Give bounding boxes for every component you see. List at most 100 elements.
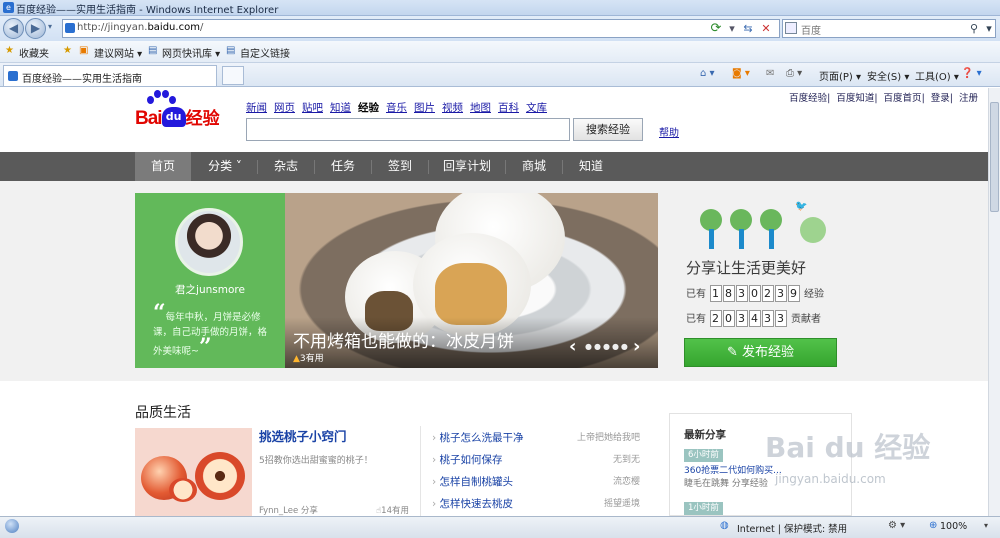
slide-dots[interactable]: ●●●●●: [585, 342, 630, 351]
compat-view-icon[interactable]: ⟳: [709, 22, 723, 36]
product-link-jingyan[interactable]: 经验: [358, 102, 379, 114]
contributor-counter: 已有 203433 贡献者: [686, 310, 821, 327]
new-tab-button[interactable]: [222, 66, 244, 85]
product-link-news[interactable]: 新闻: [246, 102, 267, 114]
favorites-link-webslice[interactable]: 网页快讯库 ▾: [162, 45, 220, 60]
stop-icon[interactable]: ✕: [759, 22, 773, 36]
tree-icon: [700, 209, 722, 231]
history-dropdown-icon[interactable]: ▾: [48, 22, 52, 31]
featured-article-meta: Fynn_Lee 分享 ☝14有用: [259, 506, 409, 516]
help-menu[interactable]: ❓ ▾: [961, 68, 982, 79]
browser-tab-active[interactable]: 百度经验——实用生活指南: [3, 65, 217, 86]
counter-digit: 2: [709, 310, 722, 327]
open-quote-icon: “: [153, 300, 166, 326]
small-tree-icon: [800, 217, 826, 243]
product-link-wenku[interactable]: 文库: [526, 102, 547, 114]
product-link-images[interactable]: 图片: [414, 102, 435, 114]
main-nav-tasks[interactable]: 任务: [315, 152, 371, 181]
featured-author[interactable]: Fynn_Lee: [259, 506, 298, 516]
tree-icon: [760, 209, 782, 231]
product-link-map[interactable]: 地图: [470, 102, 491, 114]
toplink-baidu-jingyan[interactable]: 百度经验: [789, 93, 827, 104]
home-icon[interactable]: ⌂ ▾: [700, 68, 715, 79]
tools-menu[interactable]: 工具(O) ▾: [915, 68, 959, 83]
protected-mode-icon[interactable]: ⚙ ▾: [888, 520, 905, 531]
zoom-dropdown-icon[interactable]: ▾: [984, 521, 988, 530]
refresh-icon[interactable]: ⇆: [741, 22, 755, 36]
favorites-button[interactable]: 收藏夹: [19, 45, 49, 60]
main-nav-reward-plan[interactable]: 回享计划: [429, 152, 505, 181]
list-item[interactable]: › 怎样快速去桃皮 摇望遥境: [432, 496, 640, 516]
feature-banner: 君之junsmore “每年中秋，月饼是必修课，自己动手做的月饼，格外美味呢~”…: [0, 181, 988, 381]
product-link-tieba[interactable]: 贴吧: [302, 102, 323, 114]
list-item[interactable]: › 怎样自制桃罐头 流恋樱: [432, 474, 640, 496]
print-icon[interactable]: ⎙ ▾: [786, 68, 802, 79]
search-jingyan-button[interactable]: 搜索经验: [573, 118, 643, 141]
feature-title[interactable]: 不用烤箱也能做的：冰皮月饼: [293, 327, 514, 352]
next-slide-icon[interactable]: ›: [633, 336, 640, 357]
main-nav-checkin[interactable]: 签到: [372, 152, 428, 181]
favorites-star-icon[interactable]: ★: [5, 45, 14, 56]
bullet-icon: ›: [432, 476, 440, 488]
help-link[interactable]: 帮助: [659, 124, 679, 139]
author-avatar[interactable]: [175, 208, 243, 276]
forward-icon[interactable]: ▶: [25, 18, 46, 39]
mail-icon[interactable]: ✉: [766, 68, 774, 79]
counter-digit: 1: [709, 285, 722, 302]
featured-article-title[interactable]: 挑选桃子小窍门: [259, 426, 347, 445]
list-item[interactable]: › 桃子如何保存 无到无: [432, 452, 640, 474]
search-box[interactable]: 百度 ⚲ ▾: [782, 19, 996, 38]
list-item[interactable]: › 桃子怎么洗最干净 上帝把她给我吧: [432, 430, 640, 452]
prev-slide-icon[interactable]: ‹: [569, 336, 576, 357]
favorites-link-suggested[interactable]: 建议网站 ▾: [94, 45, 142, 60]
search-dropdown-icon[interactable]: ▾: [982, 22, 996, 36]
person-icon: [739, 229, 744, 249]
zoom-icon[interactable]: ⊕: [929, 520, 937, 531]
page-viewport: 百度经验| 百度知道| 百度首页| 登录| 注册 Bai du 经验 新闻 网页 贴吧 知道 经验音…: [0, 88, 988, 516]
custom-links-icon: ▤: [226, 45, 236, 56]
address-bar[interactable]: http://jingyan.baidu.com/ ⟳ ▾ ⇆ ✕: [62, 19, 780, 38]
main-nav-magazine[interactable]: 杂志: [258, 152, 314, 181]
suggested-sites-icon: ▣: [79, 45, 89, 56]
main-nav-home[interactable]: 首页: [135, 152, 191, 181]
add-favorite-icon[interactable]: ★: [63, 45, 72, 56]
featured-thumbnail[interactable]: [135, 428, 252, 516]
latest-share-item[interactable]: 360抢票二代如何购买... 睫毛在跳舞 分享经验: [684, 465, 782, 491]
scrollbar-thumb[interactable]: [990, 102, 999, 212]
counter-digit: 9: [787, 285, 800, 302]
main-nav-category[interactable]: 分类 ˅: [193, 152, 257, 181]
toplink-baidu-zhidao[interactable]: 百度知道: [836, 93, 874, 104]
peach-slice-image: [169, 478, 197, 502]
publish-experience-button[interactable]: ✎ 发布经验: [684, 338, 837, 367]
title-bar: e 百度经验——实用生活指南 - Windows Internet Explor…: [0, 0, 1000, 16]
search-icon[interactable]: ⚲: [967, 22, 981, 36]
favorites-link-custom[interactable]: 自定义链接: [240, 45, 290, 60]
feature-photo[interactable]: 不用烤箱也能做的：冰皮月饼 ▲3有用 ‹ ●●●●● ›: [285, 193, 658, 368]
address-dropdown-icon[interactable]: ▾: [725, 22, 739, 36]
security-zone[interactable]: Internet | 保护模式: 禁用: [737, 521, 847, 535]
page-menu[interactable]: 页面(P) ▾: [819, 68, 861, 83]
edit-icon: ✎: [726, 345, 742, 360]
person-icon: [769, 229, 774, 249]
back-icon[interactable]: ◀: [3, 18, 24, 39]
safety-menu[interactable]: 安全(S) ▾: [867, 68, 909, 83]
person-icon: [709, 229, 714, 249]
jingyan-search-input[interactable]: [246, 118, 570, 141]
toplink-baidu-home[interactable]: 百度首页: [884, 93, 922, 104]
toplink-register[interactable]: 注册: [959, 93, 978, 104]
thumbs-up-icon: ▲: [293, 354, 300, 364]
product-link-web[interactable]: 网页: [274, 102, 295, 114]
product-link-zhidao[interactable]: 知道: [330, 102, 351, 114]
main-nav-zhidao[interactable]: 知道: [563, 152, 619, 181]
toplink-login[interactable]: 登录: [931, 93, 950, 104]
feeds-icon[interactable]: ◙ ▾: [732, 68, 750, 79]
author-card[interactable]: 君之junsmore “每年中秋，月饼是必修课，自己动手做的月饼，格外美味呢~”: [135, 193, 285, 368]
baidu-jingyan-logo[interactable]: Bai du 经验: [135, 104, 220, 130]
vertical-scrollbar[interactable]: [988, 88, 1000, 516]
product-link-music[interactable]: 音乐: [386, 102, 407, 114]
favorites-bar: ★ 收藏夹 ★ ▣ 建议网站 ▾ ▤ 网页快讯库 ▾ ▤ 自定义链接: [0, 41, 1000, 63]
zoom-level[interactable]: 100%: [940, 521, 967, 532]
main-nav-mall[interactable]: 商城: [506, 152, 562, 181]
product-link-baike[interactable]: 百科: [498, 102, 519, 114]
product-link-video[interactable]: 视频: [442, 102, 463, 114]
